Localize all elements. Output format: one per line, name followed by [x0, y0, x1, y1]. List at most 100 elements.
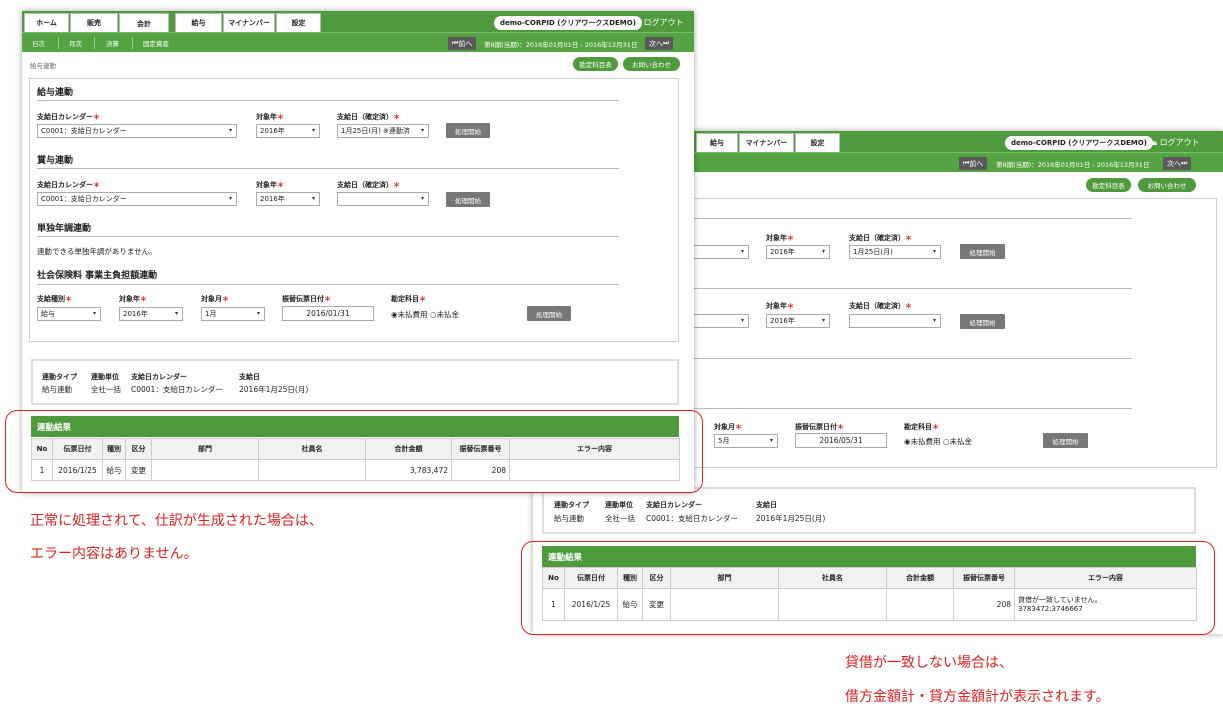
section-divider	[37, 100, 619, 101]
next-period-button[interactable]: 次へ ⏭	[645, 37, 674, 50]
pay-date-select[interactable]: 1月25日(月) ▾	[849, 245, 941, 259]
chevron-down-icon: ▾	[228, 127, 232, 134]
section-title-salary: 給与連動	[37, 88, 74, 98]
tab-mynumber[interactable]: マイナンバー	[223, 13, 275, 32]
cell-total	[886, 588, 954, 621]
info-value-type: 給与連動	[554, 514, 584, 523]
col-total: 合計金額	[365, 438, 452, 460]
target-year-label: 対象年＊	[766, 234, 794, 242]
chevron-down-icon: ▾	[311, 127, 315, 134]
calendar-select[interactable]: C0001：支給日カレンダー ▾	[37, 124, 237, 138]
tab-payroll[interactable]: 給与	[696, 133, 738, 152]
calendar-select[interactable]: C0001：支給日カレンダー ▾	[37, 192, 237, 206]
next-label: 次へ	[649, 39, 663, 48]
table-row: 1 2016/1/25 給与 変更 3,783,472 208	[31, 459, 680, 481]
account-radio-group[interactable]: ◉未払費用 ○未払金	[391, 309, 459, 320]
cell-no: 1	[31, 459, 53, 481]
target-year-select[interactable]: 2016年 ▾	[119, 307, 183, 321]
skip-forward-icon: ⏭	[1181, 159, 1188, 167]
cell-date: 2016/1/25	[52, 459, 103, 481]
tab-sales[interactable]: 販売	[70, 13, 118, 32]
pay-date-select[interactable]: ▾	[337, 192, 429, 206]
chevron-down-icon: ▾	[821, 317, 825, 324]
tab-mynumber[interactable]: マイナンバー	[739, 133, 794, 152]
logout-link[interactable]: ⏏ ログアウト	[635, 17, 684, 28]
process-button[interactable]: 処理開始	[960, 244, 1005, 259]
target-year-select[interactable]: 2016年 ▾	[256, 192, 320, 206]
accounts-button[interactable]: 勘定科目表	[1086, 178, 1131, 192]
cell-kind: 変更	[125, 459, 152, 481]
info-value-type: 給与連動	[42, 385, 72, 394]
sub-nav: 日次 月次 決算 固定資産 ⏮ 前へ 第8期(当期)：2016年01月01日 - …	[22, 32, 694, 52]
logout-label: ログアウト	[1159, 138, 1200, 147]
tab-home[interactable]: ホーム	[24, 13, 69, 32]
contact-button[interactable]: お問い合わせ	[623, 57, 680, 71]
info-header-calendar: 支給日カレンダー	[131, 373, 187, 381]
transfer-date-input[interactable]: 2016/01/31	[282, 306, 374, 321]
col-employee: 社員名	[778, 567, 887, 589]
sub-link-monthly[interactable]: 月次	[69, 38, 82, 48]
process-button[interactable]: 処理開始	[527, 306, 571, 321]
account-label: 勘定科目＊	[391, 295, 426, 303]
tab-settings[interactable]: 設定	[795, 133, 840, 152]
period-label: 第8期(当期)：2016年01月01日 - 2016年12月31日	[996, 161, 1150, 169]
caption-error-line2: 借方金額計・貸方金額計が表示されます。	[845, 689, 1110, 705]
cell-dept	[151, 459, 259, 481]
chevron-down-icon: ▾	[932, 317, 936, 324]
process-button[interactable]: 処理開始	[446, 123, 490, 138]
col-date: 伝票日付	[564, 567, 618, 589]
error-amounts: 3783472:3746667	[1018, 604, 1083, 613]
pay-kind-select[interactable]: 給与 ▾	[37, 307, 101, 321]
target-year-select[interactable]: 2016年 ▾	[766, 245, 830, 259]
tab-payroll[interactable]: 給与	[175, 13, 222, 32]
contact-button[interactable]: お問い合わせ	[1138, 178, 1196, 192]
col-dept: 部門	[151, 438, 259, 460]
target-year-label: 対象年＊	[119, 295, 147, 303]
transfer-date-input[interactable]: 2016/05/31	[795, 433, 887, 448]
target-year-select[interactable]: 2016年 ▾	[766, 314, 830, 328]
target-year-label: 対象年＊	[256, 181, 284, 189]
chevron-down-icon: ▾	[228, 195, 232, 202]
prev-label: 前へ	[969, 159, 984, 168]
info-value-paydate: 2016年1月25日(月)	[239, 385, 309, 394]
pay-date-label: 支給日（確定済）＊	[849, 234, 912, 242]
process-button[interactable]: 処理開始	[960, 314, 1005, 329]
caption-normal-line1: 正常に処理されて、仕訳が生成された場合は、	[30, 513, 323, 529]
caption-error-line1: 貸借が一致しない場合は、	[845, 655, 1013, 671]
account-radio-group[interactable]: ◉未払費用 ○未払金	[904, 436, 972, 447]
target-month-select[interactable]: 5月 ▾	[714, 434, 778, 448]
chevron-down-icon: ▾	[420, 127, 424, 134]
target-year-select[interactable]: 2016年 ▾	[256, 124, 320, 138]
process-button[interactable]: 処理開始	[1043, 433, 1088, 448]
col-error: エラー内容	[1014, 567, 1197, 589]
transfer-date-label: 振替伝票日付＊	[282, 295, 331, 303]
prev-label: 前へ	[458, 39, 473, 48]
company-badge: demo-CORPID (クリアワークスDEMO)	[1005, 136, 1153, 150]
cell-error	[509, 459, 680, 481]
next-period-button[interactable]: 次へ ⏭	[1163, 157, 1192, 170]
sub-link-closing[interactable]: 決算	[106, 38, 119, 48]
form-panel: 給与連動 支給日カレンダー＊ 対象年＊ 支給日（確定済）＊ C0001：支給日カ…	[29, 78, 679, 342]
prev-period-button[interactable]: ⏮ 前へ	[448, 37, 477, 50]
process-button[interactable]: 処理開始	[446, 192, 490, 207]
tab-accounting[interactable]: 会計	[119, 13, 169, 33]
section-title-annual: 単独年調連動	[37, 224, 92, 234]
result-header: 連動結果	[542, 546, 1196, 567]
tab-settings[interactable]: 設定	[276, 13, 321, 32]
target-year-label: 対象年＊	[766, 302, 794, 310]
normal-case-window: ホーム 販売 会計 給与 マイナンバー 設定 demo-CORPID (クリアワ…	[22, 11, 694, 493]
target-month-select[interactable]: 1月 ▾	[201, 307, 265, 321]
logout-link[interactable]: ⏏ ログアウト	[1151, 137, 1200, 148]
eject-icon: ⏏	[1151, 138, 1158, 147]
chevron-down-icon: ▾	[769, 437, 773, 444]
breadcrumb[interactable]: 給与連動	[30, 60, 56, 70]
col-voucher: 振替伝票番号	[451, 438, 510, 460]
prev-period-button[interactable]: ⏮ 前へ	[959, 157, 988, 170]
accounts-button[interactable]: 勘定科目表	[573, 57, 618, 71]
info-header-type: 連動タイプ	[554, 501, 589, 509]
pay-date-select[interactable]: ▾	[849, 314, 941, 328]
annual-empty-note: 連動できる単独年調がありません。	[37, 247, 157, 256]
pay-date-select[interactable]: 1月25日(月) ※連動済 ▾	[337, 124, 429, 138]
sub-link-fixed-assets[interactable]: 固定資産	[143, 38, 169, 48]
sub-link-daily[interactable]: 日次	[32, 38, 45, 48]
